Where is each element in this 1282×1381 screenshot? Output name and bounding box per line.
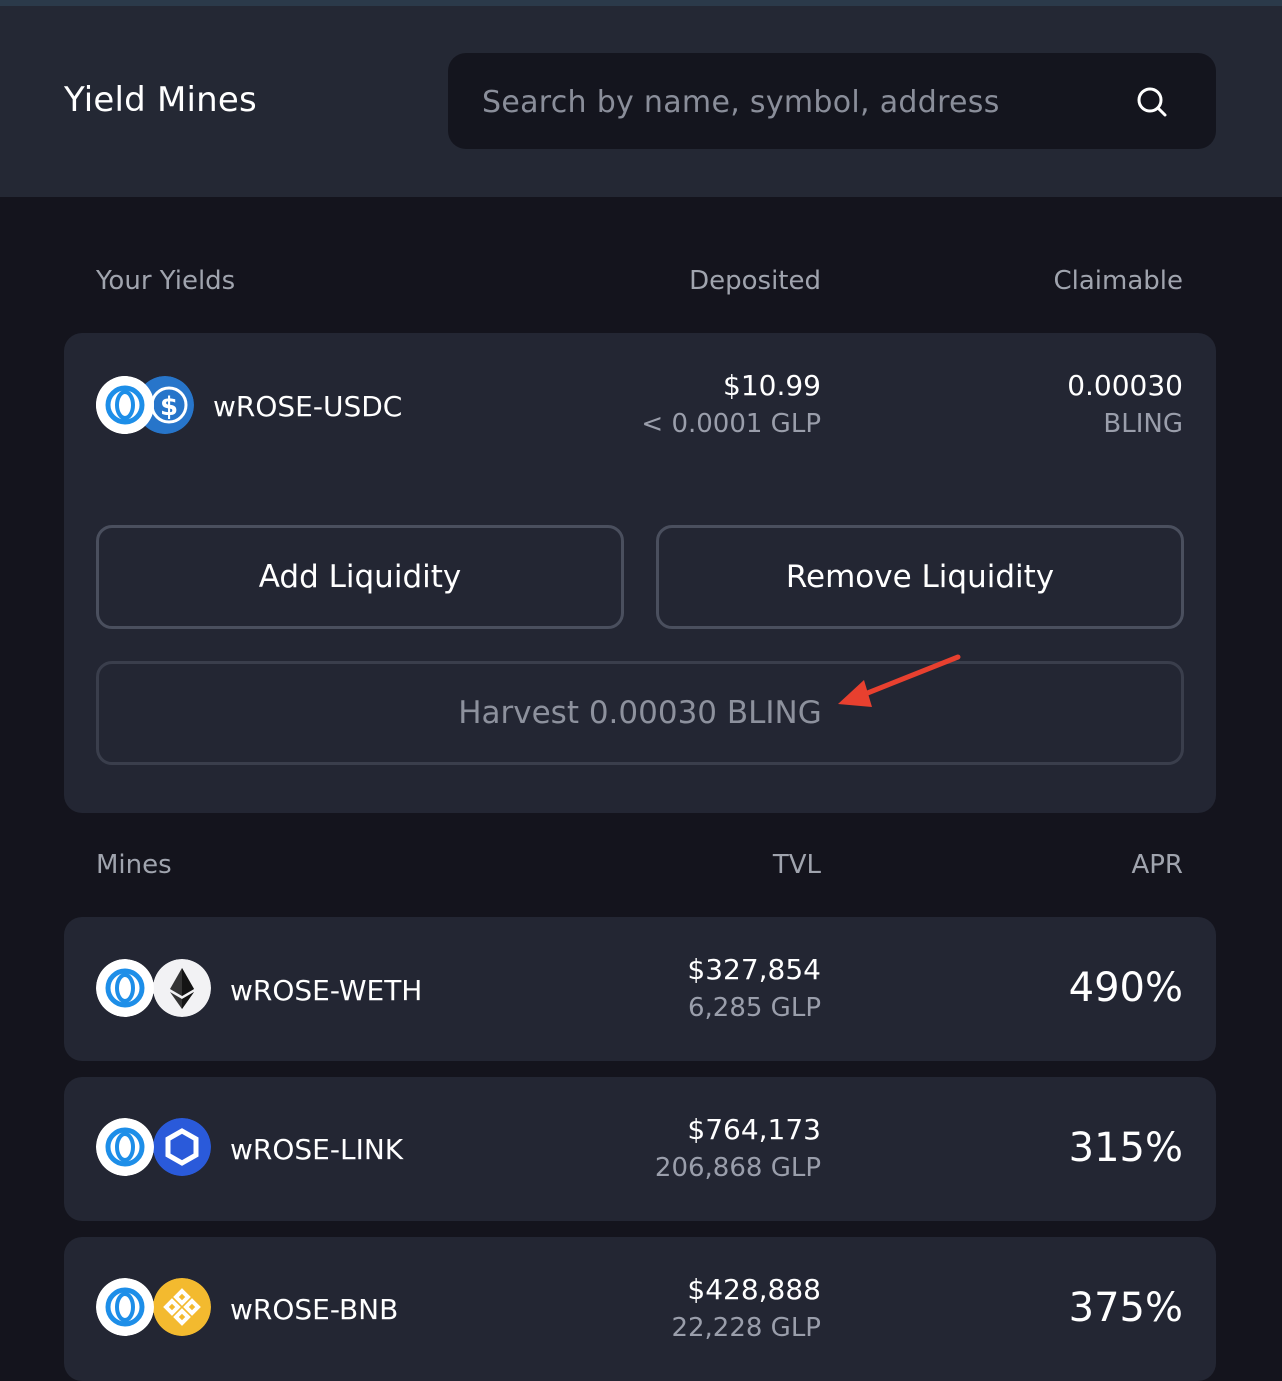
apr-header: APR	[1131, 850, 1183, 880]
your-yield-card: $ wROSE-USDC $10.99 < 0.0001 GLP 0.00030…	[64, 333, 1216, 813]
search-input[interactable]	[480, 77, 1124, 127]
deposited-usd: $10.99	[723, 369, 821, 402]
oasis-rose-icon	[96, 376, 154, 434]
mines-header: Mines	[96, 850, 172, 880]
deposited-glp: < 0.0001 GLP	[641, 409, 821, 439]
mine-apr: 490%	[1068, 965, 1183, 1011]
add-liquidity-button[interactable]: Add Liquidity	[96, 525, 624, 629]
mine-apr: 375%	[1068, 1285, 1183, 1331]
page-title: Yield Mines	[64, 80, 257, 120]
svg-text:$: $	[160, 392, 178, 422]
position-pair-name: wROSE-USDC	[213, 390, 403, 423]
mine-tvl-glp: 22,228 GLP	[671, 1313, 821, 1343]
claimable-amount: 0.00030	[1067, 369, 1183, 402]
annotation-arrow-icon	[838, 654, 961, 707]
mine-tvl-usd: $327,854	[687, 953, 821, 986]
ethereum-icon	[153, 959, 211, 1017]
mine-pair-name: wROSE-WETH	[230, 974, 423, 1007]
oasis-rose-icon	[96, 1118, 154, 1176]
mine-pair-name: wROSE-LINK	[230, 1133, 404, 1166]
chainlink-icon	[153, 1118, 211, 1176]
search-icon[interactable]	[1134, 84, 1170, 120]
your-yields-header: Your Yields	[96, 266, 236, 296]
mine-tvl-glp: 6,285 GLP	[687, 993, 821, 1023]
harvest-button[interactable]: Harvest 0.00030 BLING	[96, 661, 1184, 765]
remove-liquidity-button[interactable]: Remove Liquidity	[656, 525, 1184, 629]
claimable-header: Claimable	[1053, 266, 1183, 296]
tvl-header: TVL	[772, 850, 821, 880]
oasis-rose-icon	[96, 1278, 154, 1336]
mine-row[interactable]: wROSE-BNB $428,888 22,228 GLP 375%	[64, 1237, 1216, 1381]
claimable-token: BLING	[1103, 409, 1183, 439]
bnb-icon	[153, 1278, 211, 1336]
page-header: Yield Mines	[0, 0, 1282, 197]
mine-tvl-usd: $428,888	[687, 1273, 821, 1306]
mine-row[interactable]: wROSE-WETH $327,854 6,285 GLP 490%	[64, 917, 1216, 1061]
mine-pair-name: wROSE-BNB	[230, 1293, 399, 1326]
search-box[interactable]	[448, 53, 1216, 149]
mine-row[interactable]: wROSE-LINK $764,173 206,868 GLP 315%	[64, 1077, 1216, 1221]
mine-tvl-usd: $764,173	[687, 1113, 821, 1146]
mine-apr: 315%	[1068, 1125, 1183, 1171]
oasis-rose-icon	[96, 959, 154, 1017]
deposited-header: Deposited	[689, 266, 821, 296]
mine-tvl-glp: 206,868 GLP	[654, 1153, 821, 1183]
top-strip	[0, 0, 1282, 6]
